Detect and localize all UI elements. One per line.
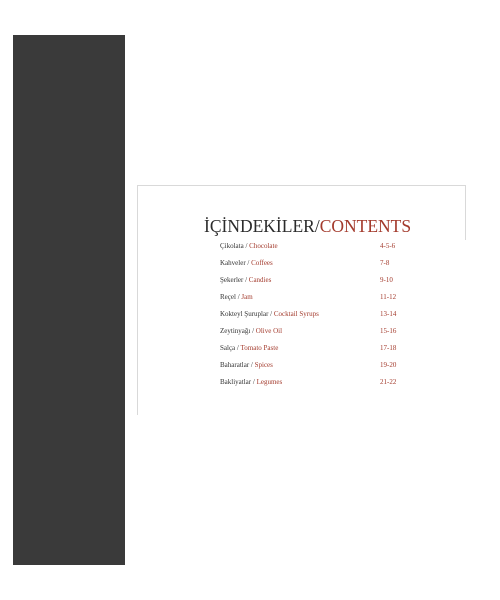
toc-entry-english: Olive Oil [255,327,283,335]
toc-entry-separator: / [237,293,240,301]
toc-entry-pages: 13-14 [380,310,397,318]
toc-entry-coffees[interactable]: Kahveler / Coffees 7-8 [220,259,420,276]
toc-entry-turkish: Baharatlar [220,361,250,369]
toc-entry-turkish: Kahveler [220,259,246,267]
toc-entry-candies[interactable]: Şekerler / Candies 9-10 [220,276,420,293]
toc-entry-english: Cocktail Syrups [273,310,319,318]
toc-entry-english: Candies [248,276,272,284]
frame-left-border [137,185,138,415]
toc-entry-pages: 17-18 [380,344,397,352]
toc-entry-english: Coffees [251,259,273,267]
toc-entry-english: Tomato Paste [240,344,279,352]
toc-entry-english: Legumes [256,378,283,386]
toc-entry-legumes[interactable]: Bakliyatlar / Legumes 21-22 [220,378,420,395]
toc-title: İÇİNDEKİLER/CONTENTS [204,216,411,236]
toc-title-english: CONTENTS [319,216,412,236]
toc-entry-turkish: Zeytinyağı [220,327,251,335]
frame-top-border [137,185,466,186]
toc-entry-cocktail-syrups[interactable]: Kokteyl Şuruplar / Cocktail Syrups 13-14 [220,310,420,327]
toc-entry-english: Chocolate [249,242,278,250]
toc-entry-english: Jam [241,293,253,301]
toc-entry-turkish: Kokteyl Şuruplar [220,310,269,318]
dark-side-band [13,35,125,565]
toc-entry-pages: 19-20 [380,361,397,369]
toc-entry-spices[interactable]: Baharatlar / Spices 19-20 [220,361,420,378]
toc-entry-separator: / [245,242,248,250]
toc-entry-turkish: Şekerler [220,276,244,284]
toc-entry-separator: / [245,276,248,284]
toc-entry-pages: 4-5-6 [380,242,396,250]
toc-title-turkish: İÇİNDEKİLER [204,216,315,236]
toc-entry-separator: / [236,344,239,352]
toc-entry-turkish: Reçel [220,293,236,301]
toc-entry-separator: / [252,327,255,335]
toc-entry-turkish: Salça [220,344,236,352]
frame-right-border [465,185,466,240]
toc-entry-pages: 11-12 [380,293,397,301]
toc-entry-list: Çikolata / Chocolate 4-5-6 Kahveler / Cof… [220,242,420,395]
toc-entry-olive-oil[interactable]: Zeytinyağı / Olive Oil 15-16 [220,327,420,344]
toc-entry-turkish: Bakliyatlar [220,378,252,386]
toc-entry-pages: 9-10 [380,276,393,284]
toc-entry-chocolate[interactable]: Çikolata / Chocolate 4-5-6 [220,242,420,259]
toc-entry-turkish: Çikolata [220,242,244,250]
toc-entry-jam[interactable]: Reçel / Jam 11-12 [220,293,420,310]
toc-entry-pages: 21-22 [380,378,397,386]
toc-entry-separator: / [247,259,250,267]
toc-entry-separator: / [252,378,255,386]
toc-entry-english: Spices [254,361,273,369]
toc-entry-separator: / [270,310,273,318]
toc-entry-pages: 7-8 [380,259,390,267]
toc-entry-separator: / [250,361,253,369]
toc-entry-tomato-paste[interactable]: Salça / Tomato Paste 17-18 [220,344,420,361]
toc-entry-pages: 15-16 [380,327,397,335]
